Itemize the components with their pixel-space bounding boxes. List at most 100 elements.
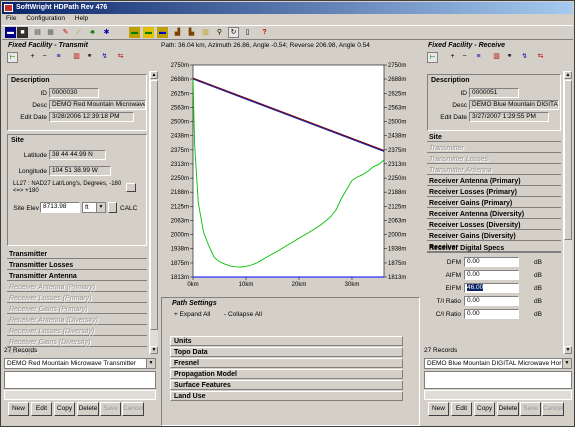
help-icon[interactable]: ? [259,27,270,38]
zoom-icon[interactable]: ⚲ [214,27,225,38]
site-elev-field[interactable]: 8713.98 [40,202,80,213]
section-receiver-gains-diversity[interactable]: Receiver Gains (Diversity) [427,232,561,241]
chart-icon[interactable]: ♣ [87,27,98,38]
elev-extra-button[interactable] [108,202,117,213]
latitude-field[interactable]: 38 44 44.99 N [49,150,106,160]
terrain2-icon[interactable]: ▙ [186,27,197,38]
section-receiver-gains-primary[interactable]: Receiver Gains (Primary) [7,305,147,314]
dfm-field[interactable]: 0.00 [464,257,519,267]
path-setting-topo-data[interactable]: Topo Data [170,347,403,357]
binoculars-icon[interactable]: ⚭ [504,52,515,63]
section-receiver-losses-primary[interactable]: Receiver Losses (Primary) [7,294,147,303]
remove-icon[interactable]: − [459,52,470,63]
edit-date-field[interactable]: 3/27/2007 1:29:55 PM [469,112,549,122]
copy-icon[interactable]: ▯ [242,27,253,38]
delete-button[interactable]: Delete [497,402,519,416]
transmit-hscrollbar[interactable] [4,390,156,400]
scroll-thumb[interactable] [564,80,572,240]
transmit-scrollbar[interactable]: ▲ ▼ [149,71,158,354]
section-receiver-losses-primary[interactable]: Receiver Losses (Primary) [427,188,561,197]
receiver-digital-specs-header[interactable]: Receiver Digital Specs [427,244,561,253]
chevron-down-icon[interactable]: ▼ [146,359,155,368]
site-header[interactable]: Site [427,133,561,142]
scroll-down-icon[interactable]: ▼ [150,346,158,354]
edit-button[interactable]: Edit [451,402,472,416]
remove-icon[interactable]: − [39,52,50,63]
t-i-ratio-field[interactable]: 0.00 [464,296,519,306]
path-setting-units[interactable]: Units [170,336,403,346]
section-transmitter-losses[interactable]: Transmitter Losses [7,261,147,270]
scroll-up-icon[interactable]: ▲ [150,71,158,79]
section-transmitter[interactable]: Transmitter [7,250,147,259]
save-button[interactable]: Save [520,402,541,416]
scroll-down-icon[interactable]: ▼ [564,346,572,354]
save-icon[interactable]: ▬ [5,27,16,38]
path-setting-fresnel[interactable]: Fresnel [170,358,403,368]
expand-all-link[interactable]: + Expand All [174,311,210,318]
id-field[interactable]: 0000051 [469,88,519,98]
edit-button[interactable]: Edit [31,402,52,416]
terrain-icon[interactable]: ▟ [172,27,183,38]
section-receiver-losses-diversity[interactable]: Receiver Losses (Diversity) [7,327,147,336]
path-icon[interactable]: ⊢ [427,52,438,63]
edit-date-field[interactable]: 3/28/2006 12:39:18 PM [49,112,134,122]
section-receiver-antenna-primary[interactable]: Receiver Antenna (Primary) [427,177,561,186]
receive-record-select[interactable]: DEMO Blue Mountain DIGITAL Microwave Hor… [424,358,572,369]
save-button[interactable]: Save [100,402,121,416]
desc-field[interactable]: DEMO Blue Mountain DIGITAL [469,100,559,110]
section-receiver-antenna-primary[interactable]: Receiver Antenna (Primary) [7,283,147,292]
add-icon[interactable]: + [27,52,38,63]
section-transmitter-antenna[interactable]: Transmitter Antenna [7,272,147,281]
globe-icon[interactable]: ✱ [101,27,112,38]
menu-configuration[interactable]: Configuration [26,14,65,24]
c-i-ratio-field[interactable]: 0.00 [464,309,519,319]
id-field[interactable]: 0000030 [49,88,99,98]
list-icon[interactable]: ≡ [53,52,64,63]
longitude-field[interactable]: 104 51 38.99 W [49,166,111,176]
scroll-thumb[interactable] [150,80,158,330]
layers-icon[interactable]: ▥ [200,27,211,38]
antenna-icon[interactable]: ↯ [519,52,530,63]
section-receiver-gains-primary[interactable]: Receiver Gains (Primary) [427,199,561,208]
scroll-up-icon[interactable]: ▲ [564,71,572,79]
path-setting-surface-features[interactable]: Surface Features [170,380,403,390]
transfer-icon[interactable]: ⇆ [535,52,546,63]
cancel-button[interactable]: Cancel [542,402,564,416]
section-receiver-losses-diversity[interactable]: Receiver Losses (Diversity) [427,221,561,230]
elev-unit-select[interactable]: ft ▼ [82,202,106,213]
transfer-icon[interactable]: ⇆ [115,52,126,63]
section-receiver-gains-diversity[interactable]: Receiver Gains (Diversity) [7,338,147,347]
section-transmitter-losses[interactable]: Transmitter Losses [427,155,561,164]
map2-icon[interactable]: ▬ [143,27,154,38]
receive-scrollbar[interactable]: ▲ ▼ [563,71,572,354]
copy-button[interactable]: Copy [54,402,75,416]
refresh-icon[interactable]: ↻ [228,27,239,38]
report-icon[interactable]: ▦ [45,27,56,38]
path-setting-propagation-model[interactable]: Propagation Model [170,369,403,379]
transmit-record-select[interactable]: DEMO Red Mountain Microwave Transmitter ▼ [4,358,156,369]
calc-label[interactable]: CALC [120,205,137,212]
map3-icon[interactable]: ▬ [157,27,168,38]
collapse-all-link[interactable]: - Collapse All [224,311,262,318]
chevron-down-icon[interactable]: ▼ [562,359,571,368]
add-icon[interactable]: + [447,52,458,63]
menu-file[interactable]: File [6,14,16,24]
aifm-field[interactable]: 0.00 [464,270,519,280]
books-icon[interactable]: ▥ [71,52,82,63]
draw-icon[interactable]: ⟋ [73,27,84,38]
disk-icon[interactable]: ■ [17,27,28,38]
section-receiver-antenna-diversity[interactable]: Receiver Antenna (Diversity) [7,316,147,325]
new-button[interactable]: New [8,402,29,416]
receive-hscrollbar[interactable] [424,390,572,400]
new-button[interactable]: New [428,402,449,416]
map-icon[interactable]: ▬ [129,27,140,38]
transmit-record-list[interactable] [4,371,156,389]
edit-icon[interactable]: ✎ [60,27,71,38]
section-receiver-antenna-diversity[interactable]: Receiver Antenna (Diversity) [427,210,561,219]
books-icon[interactable]: ▥ [491,52,502,63]
path-setting-land-use[interactable]: Land Use [170,391,403,401]
copy-button[interactable]: Copy [474,402,495,416]
list-icon[interactable]: ≡ [473,52,484,63]
receive-record-list[interactable] [424,371,572,389]
antenna-icon[interactable]: ↯ [99,52,110,63]
